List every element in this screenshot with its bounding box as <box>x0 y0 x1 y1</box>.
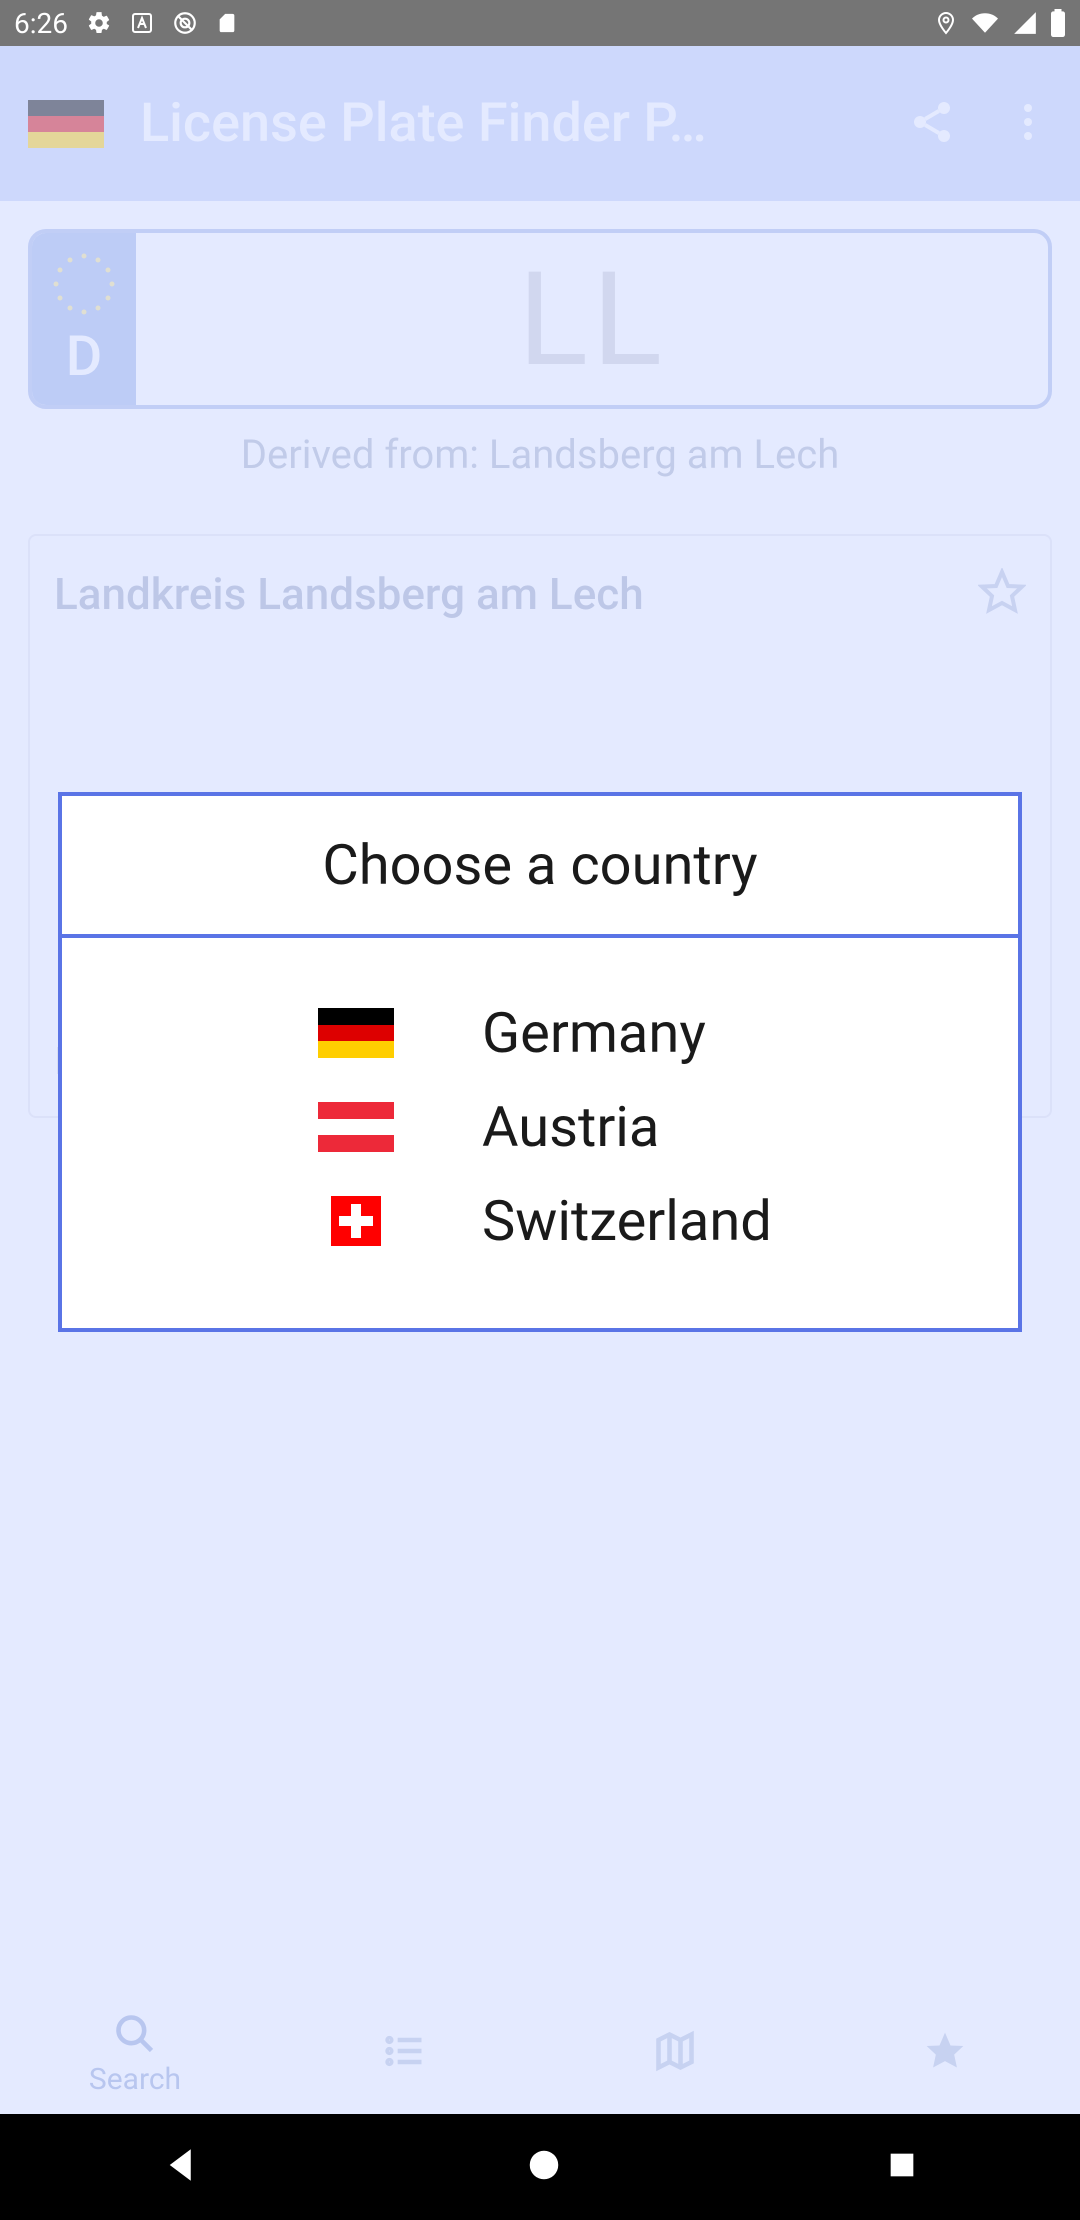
app-bar-actions <box>908 98 1052 150</box>
dialog-header: Choose a country <box>62 796 1018 938</box>
location-icon <box>934 10 958 36</box>
plate-country-letter: D <box>66 323 103 389</box>
derived-from-text: Derived from: Landsberg am Lech <box>28 431 1052 478</box>
license-plate: D LL <box>28 229 1052 409</box>
country-option-austria[interactable]: Austria <box>62 1080 1018 1174</box>
nav-favorites[interactable] <box>810 1994 1080 2114</box>
app-bar: License Plate Finder P… <box>0 46 1080 201</box>
gear-icon <box>86 10 112 36</box>
search-icon <box>113 2012 157 2056</box>
more-menu-button[interactable] <box>1004 98 1052 150</box>
recent-apps-button[interactable] <box>885 2148 919 2186</box>
status-bar: 6:26 <box>0 0 1080 46</box>
nav-map[interactable] <box>540 1994 810 2114</box>
result-card-title: Landkreis Landsberg am Lech <box>54 568 644 620</box>
system-nav-bar <box>0 2114 1080 2220</box>
nav-list[interactable] <box>270 1994 540 2114</box>
battery-icon <box>1050 9 1066 37</box>
austria-flag-icon <box>318 1102 394 1152</box>
dialog-title: Choose a country <box>62 832 1018 898</box>
list-icon <box>383 2029 427 2073</box>
country-picker-dialog: Choose a country Germany Austria Switzer… <box>58 792 1022 1332</box>
back-button[interactable] <box>161 2144 203 2190</box>
a-box-icon <box>130 11 154 35</box>
plate-code-input[interactable]: LL <box>136 233 1048 405</box>
country-name: Switzerland <box>482 1188 772 1254</box>
cell-signal-icon <box>1012 10 1038 36</box>
country-name: Austria <box>482 1094 659 1160</box>
map-icon <box>653 2029 697 2073</box>
share-button[interactable] <box>908 98 956 150</box>
germany-flag-icon <box>318 1008 394 1058</box>
plate-eu-band: D <box>32 233 136 405</box>
dialog-body: Germany Austria Switzerland <box>62 938 1018 1328</box>
app-title: License Plate Finder P… <box>140 92 872 155</box>
country-option-germany[interactable]: Germany <box>62 986 1018 1080</box>
country-option-switzerland[interactable]: Switzerland <box>62 1174 1018 1268</box>
wifi-icon <box>970 10 1000 36</box>
switzerland-flag-icon <box>331 1196 381 1246</box>
eu-stars-icon <box>49 249 119 319</box>
nav-label: Search <box>89 2062 181 2097</box>
status-time: 6:26 <box>14 7 68 40</box>
germany-flag-icon <box>28 100 104 148</box>
home-button[interactable] <box>525 2146 563 2188</box>
nav-search[interactable]: Search <box>0 1994 270 2114</box>
sd-card-icon <box>216 10 238 36</box>
status-bar-right <box>934 9 1066 37</box>
status-bar-left: 6:26 <box>14 7 238 40</box>
favorite-button[interactable] <box>978 568 1026 620</box>
country-name: Germany <box>482 1000 706 1066</box>
dnd-icon <box>172 10 198 36</box>
bottom-nav: Search <box>0 1994 1080 2114</box>
star-icon <box>923 2029 967 2073</box>
